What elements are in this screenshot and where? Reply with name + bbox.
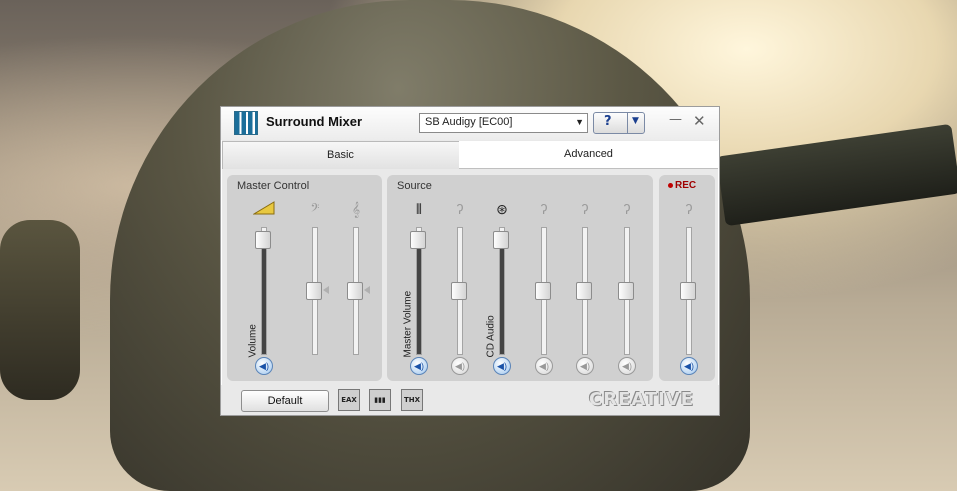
chevron-down-icon: ▼ <box>575 117 584 127</box>
treble-channel: 𝄞 <box>338 197 374 377</box>
speaker-icon[interactable]: ◀) <box>680 357 698 375</box>
ear-icon: ʔ <box>456 201 464 217</box>
tab-basic-label: Basic <box>327 149 354 161</box>
master-volume-channel: Volume ◀) <box>246 197 282 377</box>
volume-ramp-icon <box>252 201 276 217</box>
ear-icon: ʔ <box>581 201 589 217</box>
source-channel-label: Master Volume <box>402 290 414 358</box>
source-slider-fill <box>417 233 421 354</box>
eax-icon[interactable]: EAX <box>338 389 360 411</box>
source-slider-fill <box>500 233 504 354</box>
close-button[interactable]: ✕ <box>693 112 706 130</box>
minimize-button[interactable]: — <box>669 112 682 127</box>
master-control-panel: Master Control Volume ◀) 𝄢 𝄞 <box>227 175 382 381</box>
help-icon: ? <box>604 114 612 129</box>
source-slider-thumb[interactable] <box>451 282 467 300</box>
bass-clef-icon: 𝄢 <box>310 201 320 217</box>
record-slider-thumb[interactable] <box>680 282 696 300</box>
equalizer-icon[interactable]: ▮▮▮ <box>369 389 391 411</box>
help-button-divider <box>627 113 628 133</box>
device-select[interactable]: SB Audigy [EC00] ▼ <box>419 113 588 133</box>
record-title: REC <box>675 180 697 191</box>
speaker-icon[interactable]: ◀) <box>535 357 553 375</box>
speaker-icon[interactable]: ◀) <box>618 357 636 375</box>
speaker-icon[interactable]: ◀) <box>576 357 594 375</box>
tab-basic[interactable]: Basic <box>222 141 460 169</box>
cd-icon: ⊛ <box>496 201 508 217</box>
source-channel-cd: ⊛ CD Audio ◀) <box>484 197 520 377</box>
source-channel-master: ⫴ Master Volume ◀) <box>401 197 437 377</box>
source-panel: Source ⫴ Master Volume ◀) ʔ ◀) ⊛ CD Audi… <box>387 175 653 381</box>
creative-logo: CREATIVE <box>589 389 695 410</box>
help-button[interactable]: ? ▼ <box>593 112 645 134</box>
waveform-icon: ⫴ <box>416 201 422 217</box>
record-panel: REC ʔ ◀) <box>659 175 715 381</box>
speaker-icon[interactable]: ◀) <box>255 357 273 375</box>
master-control-title: Master Control <box>237 180 310 192</box>
treble-slider-thumb[interactable] <box>347 282 370 300</box>
record-dot-icon <box>668 183 673 188</box>
source-channel-label: CD Audio <box>485 315 497 358</box>
ear-icon: ʔ <box>685 201 693 217</box>
source-slider-thumb[interactable] <box>576 282 592 300</box>
record-channel: ʔ ◀) <box>671 197 707 377</box>
source-channel-5: ʔ ◀) <box>567 197 603 377</box>
volume-slider-fill <box>262 233 266 354</box>
source-channel-2: ʔ ◀) <box>442 197 478 377</box>
title-bar: Surround Mixer SB Audigy [EC00] ▼ ? ▼ — … <box>221 107 719 140</box>
speaker-icon[interactable]: ◀) <box>493 357 511 375</box>
device-select-value: SB Audigy [EC00] <box>425 116 513 128</box>
source-title: Source <box>397 180 432 192</box>
thx-icon[interactable]: THX <box>401 389 423 411</box>
bass-slider-thumb[interactable] <box>306 282 329 300</box>
source-slider-thumb[interactable] <box>535 282 551 300</box>
default-button[interactable]: Default <box>241 390 329 412</box>
speaker-icon[interactable]: ◀) <box>451 357 469 375</box>
source-channel-4: ʔ ◀) <box>526 197 562 377</box>
tab-advanced[interactable]: Advanced <box>459 141 718 169</box>
source-slider-thumb[interactable] <box>618 282 634 300</box>
source-channel-6: ʔ ◀) <box>609 197 645 377</box>
volume-label: Volume <box>247 324 259 358</box>
bottom-bar: Default EAX ▮▮▮ THX CREATIVE <box>221 385 719 415</box>
help-dropdown-icon[interactable]: ▼ <box>632 116 639 126</box>
bass-channel: 𝄢 <box>297 197 333 377</box>
background-soldier <box>0 220 80 400</box>
speaker-icon[interactable]: ◀) <box>410 357 428 375</box>
surround-mixer-window: Surround Mixer SB Audigy [EC00] ▼ ? ▼ — … <box>220 106 720 416</box>
treble-clef-icon: 𝄞 <box>351 201 361 217</box>
background-rifle <box>716 123 957 227</box>
tab-advanced-label: Advanced <box>564 148 613 160</box>
app-icon <box>234 111 258 135</box>
ear-icon: ʔ <box>623 201 631 217</box>
window-title: Surround Mixer <box>266 114 363 129</box>
ear-icon: ʔ <box>540 201 548 217</box>
